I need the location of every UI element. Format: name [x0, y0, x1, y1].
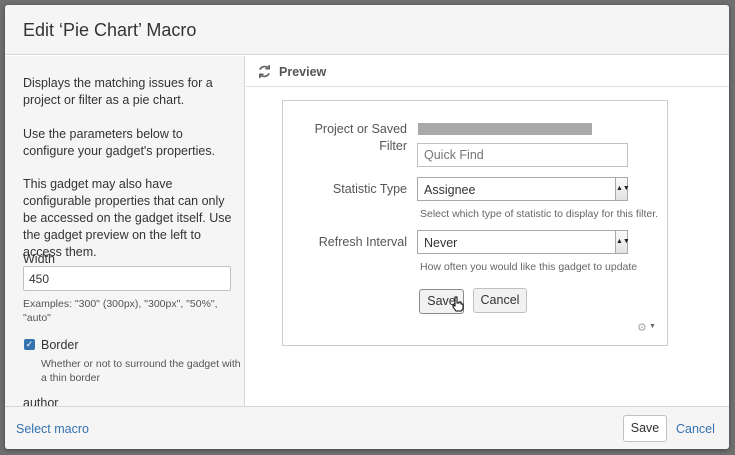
width-input[interactable] — [23, 266, 231, 291]
refresh-interval-label: Refresh Interval — [318, 235, 407, 249]
statistic-type-value: Assignee — [424, 183, 476, 197]
dropdown-arrow-icon: ▲▼ — [615, 178, 630, 200]
dropdown-arrow-icon: ▲▼ — [615, 231, 630, 253]
edit-macro-dialog: Edit ‘Pie Chart’ Macro Displays the matc… — [5, 5, 729, 449]
refresh-interval-select[interactable]: Never ▲▼ — [417, 230, 630, 254]
redacted-filter-name — [418, 123, 592, 135]
hand-cursor-icon — [452, 296, 464, 312]
refresh-interval-value: Never — [424, 236, 458, 250]
statistic-type-label: Statistic Type — [332, 182, 407, 196]
width-label: Width — [23, 252, 55, 266]
quick-find-input[interactable] — [417, 143, 628, 167]
project-filter-label: Project or Saved Filter — [314, 122, 407, 153]
gadget-cancel-button[interactable]: Cancel — [473, 288, 527, 313]
preview-panel: Preview Project or Saved Filter Statisti… — [246, 56, 729, 406]
border-label: Border — [41, 338, 79, 352]
gadget-note: This gadget may also have configurable p… — [23, 177, 232, 259]
select-macro-link[interactable]: Select macro — [16, 422, 89, 436]
statistic-type-description: Select which type of statistic to displa… — [420, 208, 659, 220]
border-checkbox[interactable]: ✓ — [24, 339, 35, 350]
cancel-link[interactable]: Cancel — [676, 422, 715, 436]
author-label: author — [23, 396, 59, 406]
dialog-header: Edit ‘Pie Chart’ Macro — [5, 5, 729, 55]
save-button[interactable]: Save — [623, 415, 667, 442]
preview-header: Preview — [246, 56, 729, 87]
refresh-icon[interactable] — [257, 64, 272, 79]
dialog-footer: Select macro Save Cancel — [5, 406, 729, 449]
refresh-interval-description: How often you would like this gadget to … — [420, 261, 638, 273]
width-examples: Examples: "300" (300px), "300px", "50%",… — [23, 298, 218, 324]
border-hint: Whether or not to surround the gadget wi… — [41, 358, 241, 384]
parameters-hint: Use the parameters below to configure yo… — [23, 127, 216, 158]
caret-down-icon[interactable]: ▼ — [649, 323, 656, 330]
pie-chart-gadget: Project or Saved Filter Statistic Type A… — [282, 100, 668, 346]
macro-parameters-panel[interactable]: Displays the matching issues for a proje… — [5, 56, 245, 406]
preview-title: Preview — [279, 65, 327, 79]
statistic-type-select[interactable]: Assignee ▲▼ — [417, 177, 630, 201]
macro-description: Displays the matching issues for a proje… — [23, 76, 213, 107]
dialog-title: Edit ‘Pie Chart’ Macro — [23, 20, 197, 40]
gear-icon[interactable]: ⚙ — [637, 321, 647, 334]
